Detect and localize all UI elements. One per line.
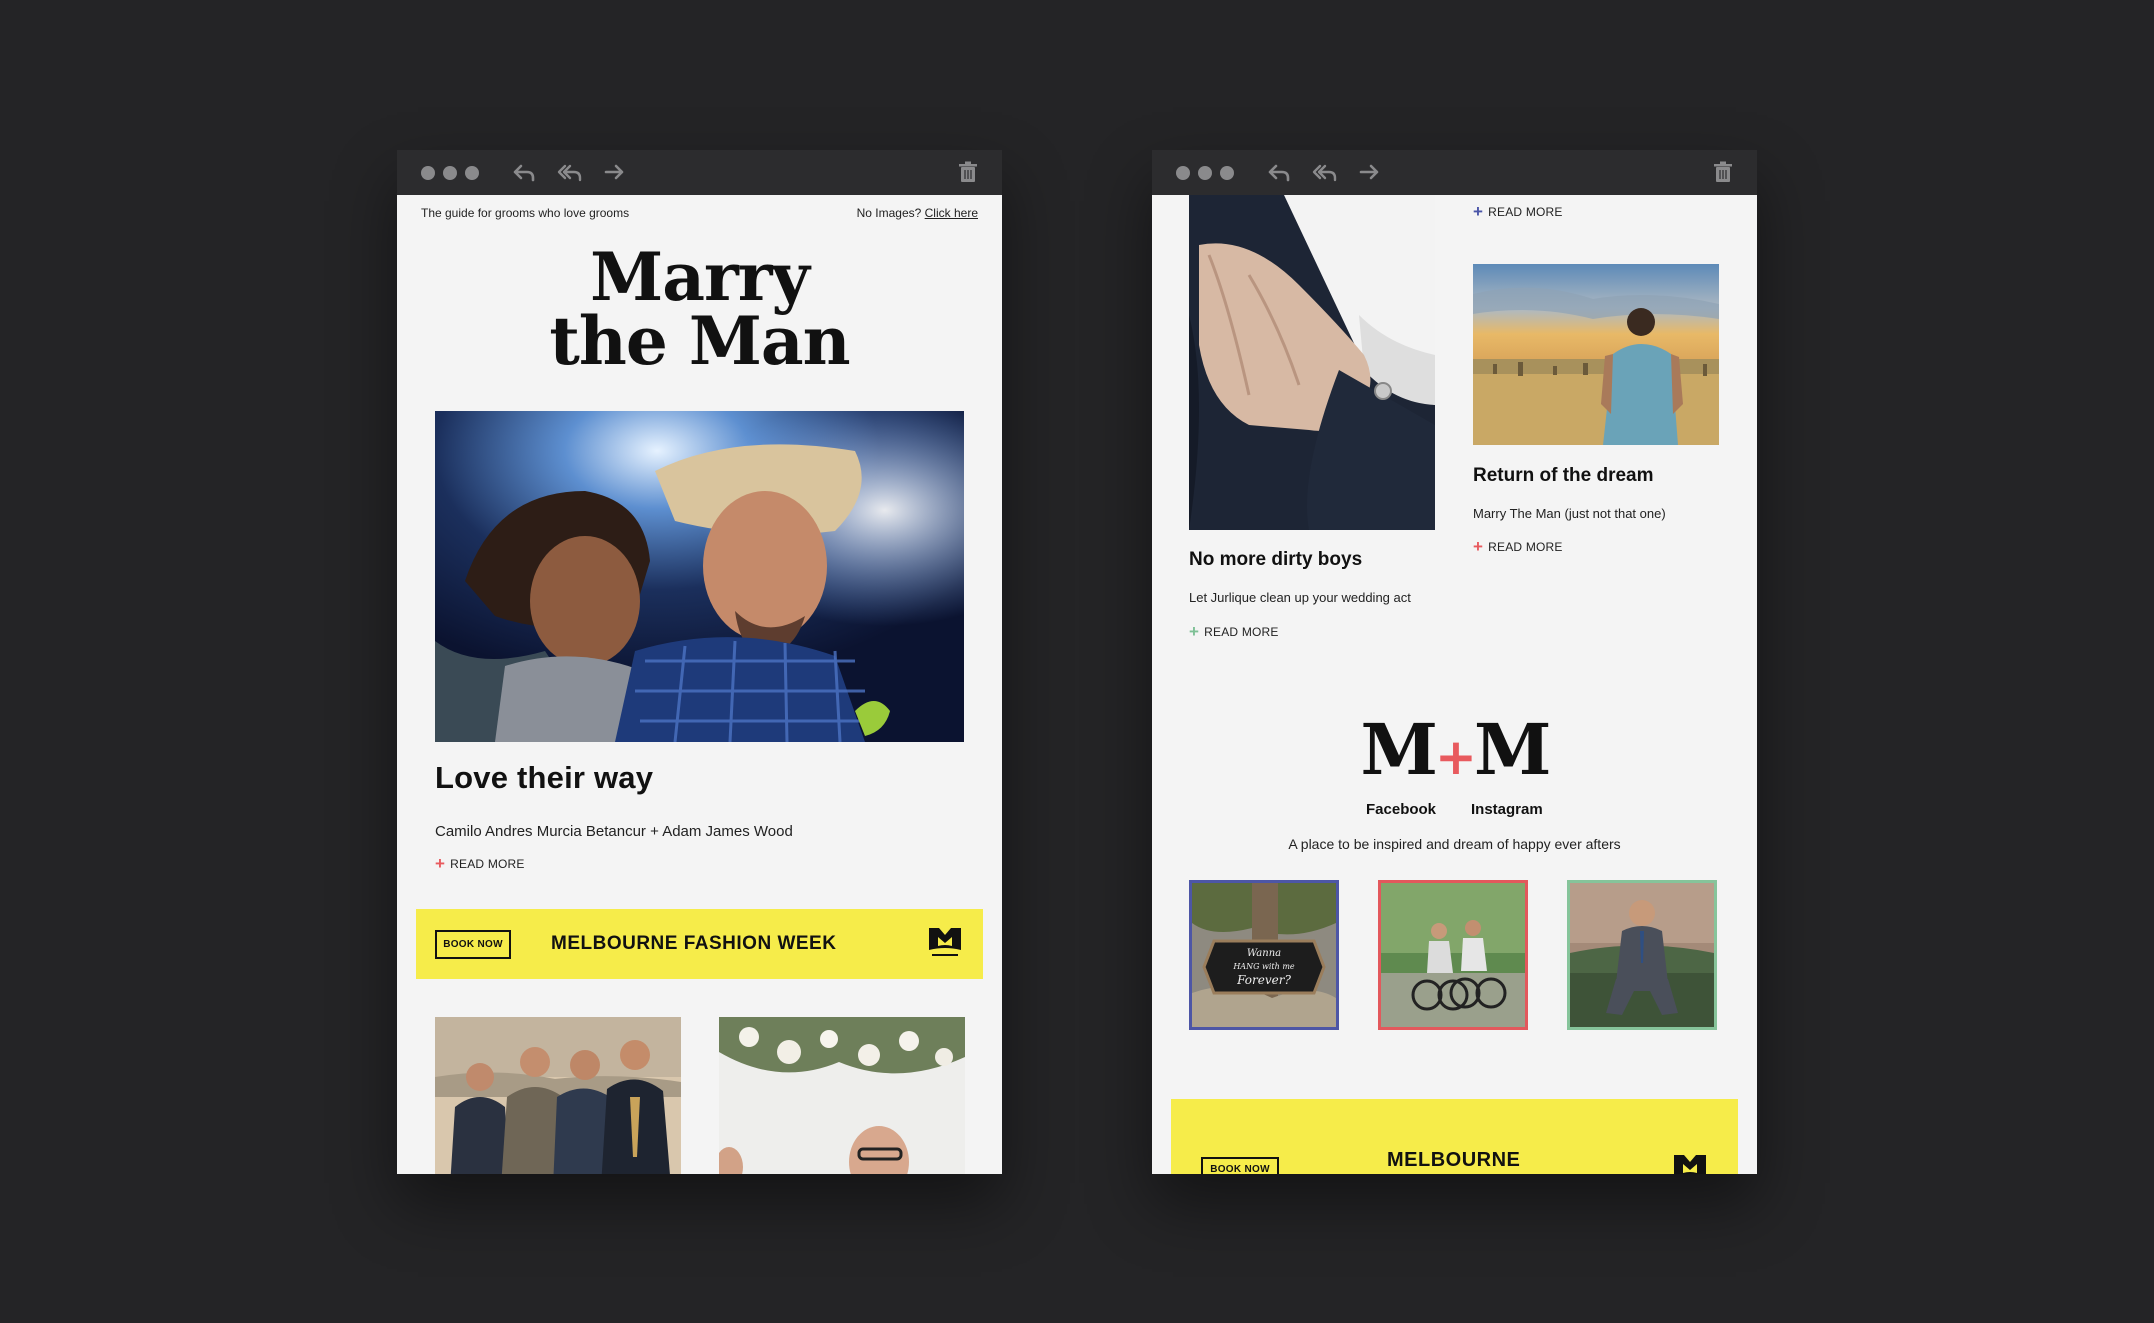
- article-title-dirty-boys[interactable]: No more dirty boys: [1189, 549, 1362, 571]
- hero-title[interactable]: Love their way: [435, 760, 653, 796]
- article-subtitle-dirty-boys: Let Jurlique clean up your wedding act: [1189, 590, 1411, 605]
- read-more-label: READ MORE: [1488, 540, 1563, 554]
- banner-title: MELBOURNE FASHION WEEK: [551, 933, 837, 954]
- forward-icon[interactable]: [1355, 158, 1383, 186]
- plus-icon: +: [1473, 537, 1484, 556]
- social-tagline: A place to be inspired and dream of happ…: [1288, 836, 1621, 852]
- read-more-link[interactable]: + READ MORE: [1473, 537, 1563, 556]
- read-more-label: READ MORE: [450, 857, 525, 871]
- read-more-link[interactable]: + READ MORE: [1189, 622, 1279, 641]
- tile-sign-text-3: Forever?: [1236, 973, 1291, 987]
- book-now-button[interactable]: BOOK NOW: [1201, 1157, 1279, 1174]
- reply-all-icon[interactable]: [1310, 158, 1338, 186]
- masthead-line-2: the Man: [549, 302, 850, 380]
- hero-image[interactable]: [435, 411, 964, 742]
- window-dot-icon[interactable]: [1198, 166, 1212, 180]
- article-title-return[interactable]: Return of the dream: [1473, 465, 1654, 487]
- trash-icon[interactable]: [1709, 158, 1737, 186]
- window-titlebar: [397, 150, 1002, 195]
- facebook-link[interactable]: Facebook: [1366, 801, 1436, 818]
- fashion-week-banner[interactable]: BOOK NOW MELBOURNE FASHION WEEK: [416, 909, 983, 979]
- tile-sign-text-1: Wanna: [1247, 948, 1281, 959]
- banner-title: MELBOURNE: [1387, 1149, 1521, 1171]
- masthead-line-1: Marry: [590, 238, 810, 316]
- melbourne-banner[interactable]: BOOK NOW MELBOURNE: [1171, 1099, 1738, 1174]
- email-content: + READ MORE Return of the dream Marry Th…: [1152, 195, 1757, 1174]
- masthead-logo[interactable]: Marry the Man: [397, 238, 1002, 380]
- tile-sign-text-2: HANG with me: [1232, 962, 1295, 971]
- window-dot-icon[interactable]: [1220, 166, 1234, 180]
- hero-subtitle: Camilo Andres Murcia Betancur + Adam Jam…: [435, 823, 793, 840]
- instagram-tile-suit[interactable]: [1567, 880, 1717, 1030]
- grooms-suits-image[interactable]: [435, 1017, 681, 1174]
- click-here-link[interactable]: Click here: [925, 206, 978, 220]
- read-more-link[interactable]: + READ MORE: [435, 854, 525, 873]
- logo-m-left: M: [1360, 708, 1438, 791]
- reply-icon[interactable]: [1265, 158, 1293, 186]
- window-titlebar: [1152, 150, 1757, 195]
- read-more-label: READ MORE: [1488, 205, 1563, 219]
- window-dot-icon[interactable]: [465, 166, 479, 180]
- cufflink-image[interactable]: [1189, 195, 1435, 530]
- desert-dream-image[interactable]: [1473, 264, 1719, 445]
- read-more-label: READ MORE: [1204, 625, 1279, 639]
- no-images-text: No Images?: [856, 206, 922, 220]
- email-window-right: + READ MORE Return of the dream Marry Th…: [1152, 150, 1757, 1174]
- article-subtitle-return: Marry The Man (just not that one): [1473, 506, 1666, 521]
- trash-icon[interactable]: [954, 158, 982, 186]
- instagram-tile-bikes[interactable]: [1378, 880, 1528, 1030]
- email-content: The guide for grooms who love grooms No …: [397, 195, 1002, 1174]
- city-of-melbourne-logo: [1670, 1151, 1710, 1174]
- plus-icon: +: [1473, 202, 1484, 221]
- city-of-melbourne-logo: [927, 924, 963, 960]
- reply-all-icon[interactable]: [555, 158, 583, 186]
- plus-icon: +: [435, 854, 446, 873]
- logo-m-right: M: [1473, 708, 1551, 791]
- reply-icon[interactable]: [510, 158, 538, 186]
- email-window-left: The guide for grooms who love grooms No …: [397, 150, 1002, 1174]
- m-plus-m-logo: M+M: [1152, 715, 1757, 792]
- forward-icon[interactable]: [600, 158, 628, 186]
- plus-icon: +: [1189, 622, 1200, 641]
- window-dot-icon[interactable]: [421, 166, 435, 180]
- read-more-link[interactable]: + READ MORE: [1473, 202, 1563, 221]
- ceremony-image[interactable]: [719, 1017, 965, 1174]
- instagram-tile-sign[interactable]: Wanna HANG with me Forever?: [1189, 880, 1339, 1030]
- window-dot-icon[interactable]: [443, 166, 457, 180]
- no-images-notice: No Images? Click here: [857, 206, 978, 220]
- instagram-link[interactable]: Instagram: [1471, 801, 1543, 818]
- window-dot-icon[interactable]: [1176, 166, 1190, 180]
- book-now-button[interactable]: BOOK NOW: [435, 930, 511, 959]
- logo-plus: +: [1435, 728, 1477, 786]
- tagline: The guide for grooms who love grooms: [421, 206, 630, 220]
